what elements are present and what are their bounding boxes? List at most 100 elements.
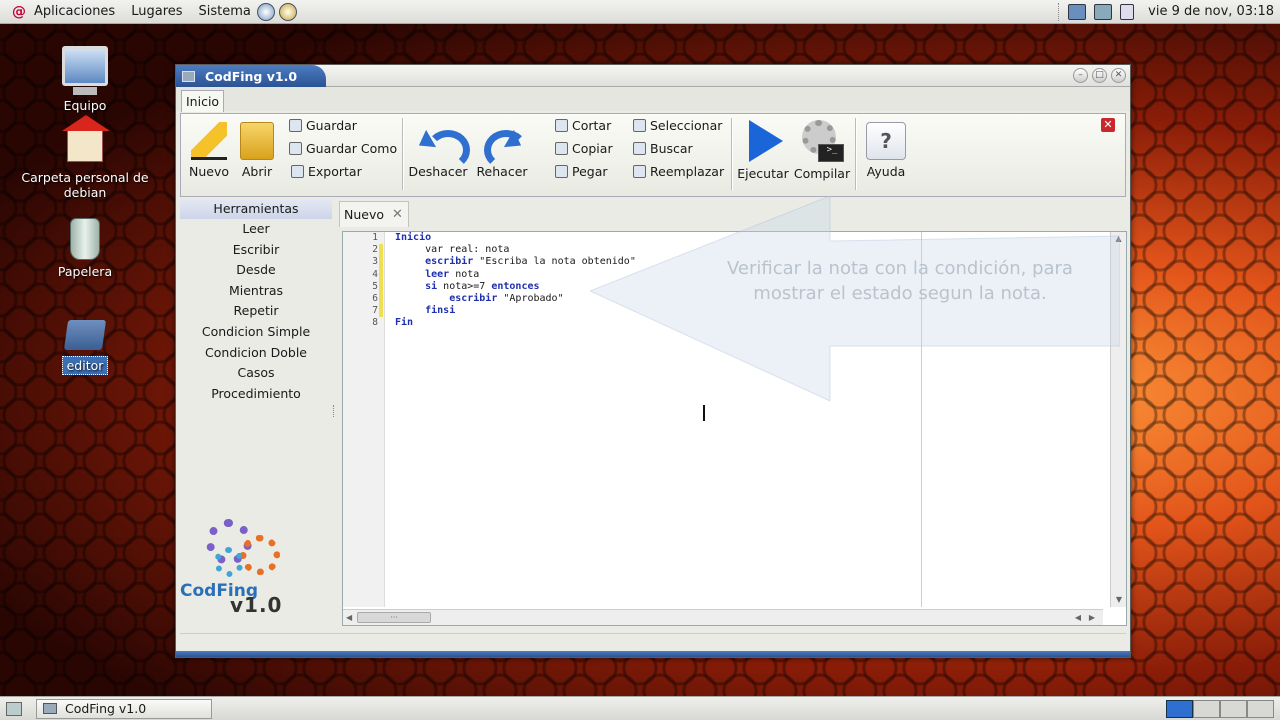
display-icon[interactable] [1120, 3, 1135, 20]
select-button[interactable]: Seleccionar [633, 118, 722, 133]
menu-places[interactable]: Lugares [131, 4, 182, 19]
copy-label: Copiar [572, 141, 613, 156]
code-keyword: escribir [449, 292, 498, 304]
new-button[interactable]: Nuevo [187, 122, 231, 179]
maximize-button[interactable]: □ [1092, 68, 1107, 83]
sidebar-item-desde[interactable]: Desde [180, 260, 332, 281]
pencil-icon [191, 122, 227, 160]
scroll-left-icon[interactable]: ◀ [346, 610, 352, 626]
undo-icon [416, 122, 470, 170]
sidebar-item-condicion-doble[interactable]: Condicion Doble [180, 343, 332, 364]
sidebar-item-mientras[interactable]: Mientras [180, 281, 332, 302]
close-button[interactable]: ✕ [1111, 68, 1126, 83]
line-number: 4 [372, 268, 378, 280]
sidebar-item-condicion-simple[interactable]: Condicion Simple [180, 322, 332, 343]
workspace-3[interactable] [1220, 699, 1247, 718]
save-label: Guardar [306, 118, 357, 133]
code-token: nota>=7 [437, 280, 492, 292]
terminal-icon: >_ [818, 144, 844, 162]
window-titlebar[interactable]: CodFing v1.0 – □ ✕ [176, 65, 1130, 87]
play-icon [743, 120, 783, 162]
scroll-right-icon[interactable]: ◀ [1075, 610, 1081, 626]
gears-icon [206, 519, 286, 589]
paste-button[interactable]: Pegar [555, 164, 608, 179]
redo-button[interactable]: Rehacer [475, 122, 529, 179]
open-button[interactable]: Abrir [237, 122, 277, 179]
sidebar-splitter[interactable] [333, 405, 337, 417]
taskbar-button-codfing[interactable]: CodFing v1.0 [36, 698, 212, 719]
taskbar-label: CodFing v1.0 [65, 701, 147, 716]
code-keyword: escribir [425, 256, 474, 268]
scrollbar-thumb[interactable]: ··· [357, 612, 431, 623]
copy-button[interactable]: Copiar [555, 141, 613, 156]
window-title: CodFing v1.0 [205, 68, 298, 84]
run-button[interactable]: Ejecutar [737, 120, 789, 181]
run-label: Ejecutar [737, 166, 789, 181]
sidebar-item-leer[interactable]: Leer [180, 219, 332, 240]
browser-launcher-icon[interactable] [256, 2, 275, 21]
desktop-icon-editor[interactable]: editor [20, 314, 150, 375]
compile-button[interactable]: >_ Compilar [793, 120, 851, 181]
tab-document-nuevo[interactable]: Nuevo ✕ [339, 201, 409, 227]
home-folder-icon [62, 115, 110, 162]
scroll-down-icon[interactable]: ▼ [1111, 593, 1127, 607]
export-label: Exportar [308, 164, 362, 179]
tray-separator [1058, 2, 1060, 21]
workspace-2[interactable] [1193, 699, 1220, 718]
close-document-icon[interactable]: ✕ [1101, 118, 1115, 132]
computer-icon [62, 46, 108, 95]
select-icon [633, 119, 646, 132]
cut-button[interactable]: Cortar [555, 118, 611, 133]
help-launcher-icon[interactable] [278, 2, 297, 21]
trash-icon [70, 218, 100, 260]
workspace-4[interactable] [1247, 699, 1274, 718]
scroll-right-icon[interactable]: ▶ [1089, 610, 1095, 626]
clock[interactable]: vie 9 de nov, 03:18 [1148, 4, 1274, 19]
compile-icon: >_ [800, 120, 844, 162]
desktop-icon-label: Papelera [57, 264, 113, 279]
debian-logo-icon[interactable]: @ [12, 4, 28, 20]
sidebar-item-procedimiento[interactable]: Procedimiento [180, 384, 332, 405]
line-number: 5 [372, 280, 378, 292]
window-icon [182, 70, 195, 82]
help-button[interactable]: ? Ayuda [863, 122, 909, 179]
workspace-1[interactable] [1166, 699, 1193, 718]
document-tab-label: Nuevo [344, 207, 385, 222]
show-desktop-icon[interactable] [6, 701, 22, 716]
help-label: Ayuda [866, 164, 906, 179]
menu-applications[interactable]: Aplicaciones [34, 4, 115, 19]
line-number: 8 [372, 317, 378, 329]
export-icon [291, 165, 304, 178]
network-icon[interactable] [1068, 3, 1087, 20]
line-number: 7 [372, 305, 378, 317]
sidebar-item-escribir[interactable]: Escribir [180, 240, 332, 261]
undo-button[interactable]: Deshacer [407, 122, 470, 179]
scissors-icon [555, 119, 568, 132]
menu-system[interactable]: Sistema [199, 4, 251, 19]
ribbon-tabbar: Inicio [176, 87, 1130, 112]
open-folder-icon [240, 122, 274, 160]
export-button[interactable]: Exportar [291, 164, 362, 179]
workspace-switcher [1166, 699, 1274, 718]
desktop-icon-computer[interactable]: Equipo [20, 46, 150, 113]
status-bar [180, 633, 1126, 653]
update-icon[interactable] [1094, 3, 1113, 20]
sidebar-item-casos[interactable]: Casos [180, 363, 332, 384]
open-button-label: Abrir [241, 164, 273, 179]
replace-button[interactable]: Reemplazar [633, 164, 724, 179]
sidebar-item-repetir[interactable]: Repetir [180, 301, 332, 322]
save-button[interactable]: Guardar [289, 118, 357, 133]
tab-inicio[interactable]: Inicio [181, 90, 225, 112]
close-tab-icon[interactable]: ✕ [392, 207, 403, 222]
desktop-icon-trash[interactable]: Papelera [20, 218, 150, 279]
horizontal-scrollbar[interactable]: ◀ ··· ◀ ▶ [343, 609, 1103, 625]
desktop-icon-home[interactable]: Carpeta personal de debian [20, 115, 150, 200]
callout-text: Verificar la nota con la condición, para… [727, 258, 1073, 304]
save-as-button[interactable]: Guardar Como [289, 141, 397, 156]
search-button[interactable]: Buscar [633, 141, 693, 156]
text-cursor-icon [703, 405, 709, 421]
line-number: 1 [372, 232, 378, 243]
minimize-button[interactable]: – [1073, 68, 1088, 83]
